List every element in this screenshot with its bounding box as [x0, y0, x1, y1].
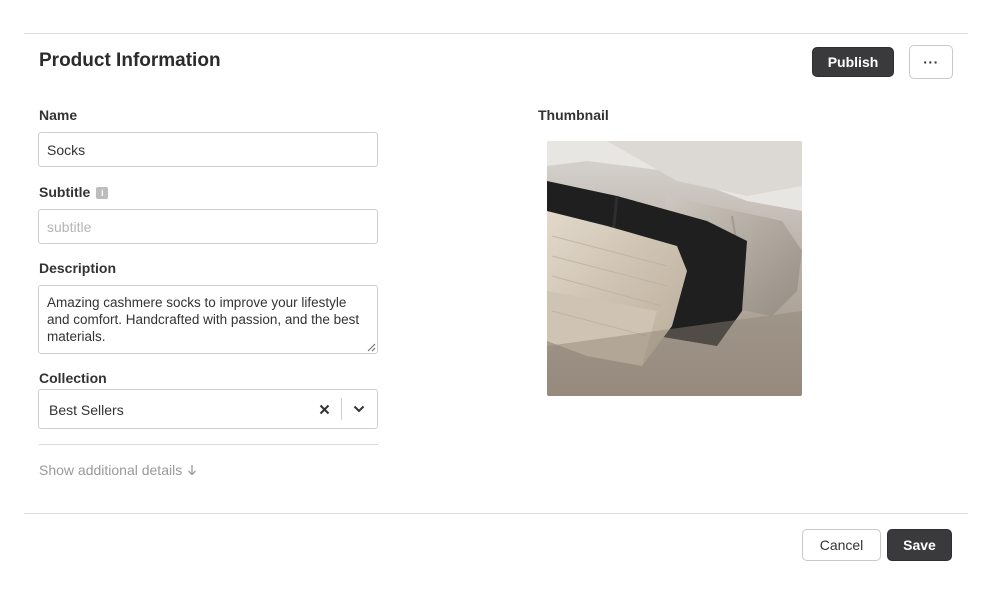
collection-select[interactable]: Best Sellers — [38, 389, 378, 429]
cancel-button[interactable]: Cancel — [802, 529, 881, 561]
bottom-divider — [24, 513, 968, 514]
show-details-label: Show additional details — [39, 462, 183, 478]
page-title: Product Information — [39, 50, 221, 71]
arrow-down-icon — [188, 465, 197, 476]
details-divider — [39, 444, 378, 445]
name-input[interactable] — [38, 132, 378, 167]
top-divider — [24, 33, 968, 34]
description-textarea[interactable]: Amazing cashmere socks to improve your l… — [38, 285, 378, 354]
publish-button[interactable]: Publish — [812, 47, 894, 77]
subtitle-label-row: Subtitle i — [39, 184, 109, 200]
name-label: Name — [39, 107, 78, 123]
subtitle-input[interactable] — [38, 209, 378, 244]
select-separator — [341, 398, 342, 420]
collection-selected-value: Best Sellers — [49, 402, 124, 418]
clear-selection-icon[interactable] — [313, 398, 335, 420]
more-options-button[interactable]: ··· — [909, 45, 953, 79]
subtitle-label: Subtitle — [39, 184, 91, 200]
product-information-page: Product Information Publish ··· Name Sub… — [0, 0, 1006, 601]
description-label: Description — [39, 260, 117, 276]
collection-label: Collection — [39, 370, 107, 386]
chevron-down-icon[interactable] — [347, 398, 371, 420]
save-button[interactable]: Save — [887, 529, 952, 561]
thumbnail-label: Thumbnail — [538, 107, 609, 123]
show-additional-details-link[interactable]: Show additional details — [39, 462, 197, 478]
info-icon[interactable]: i — [96, 187, 109, 199]
resize-handle-icon[interactable] — [367, 343, 376, 352]
thumbnail-image[interactable] — [547, 141, 802, 396]
